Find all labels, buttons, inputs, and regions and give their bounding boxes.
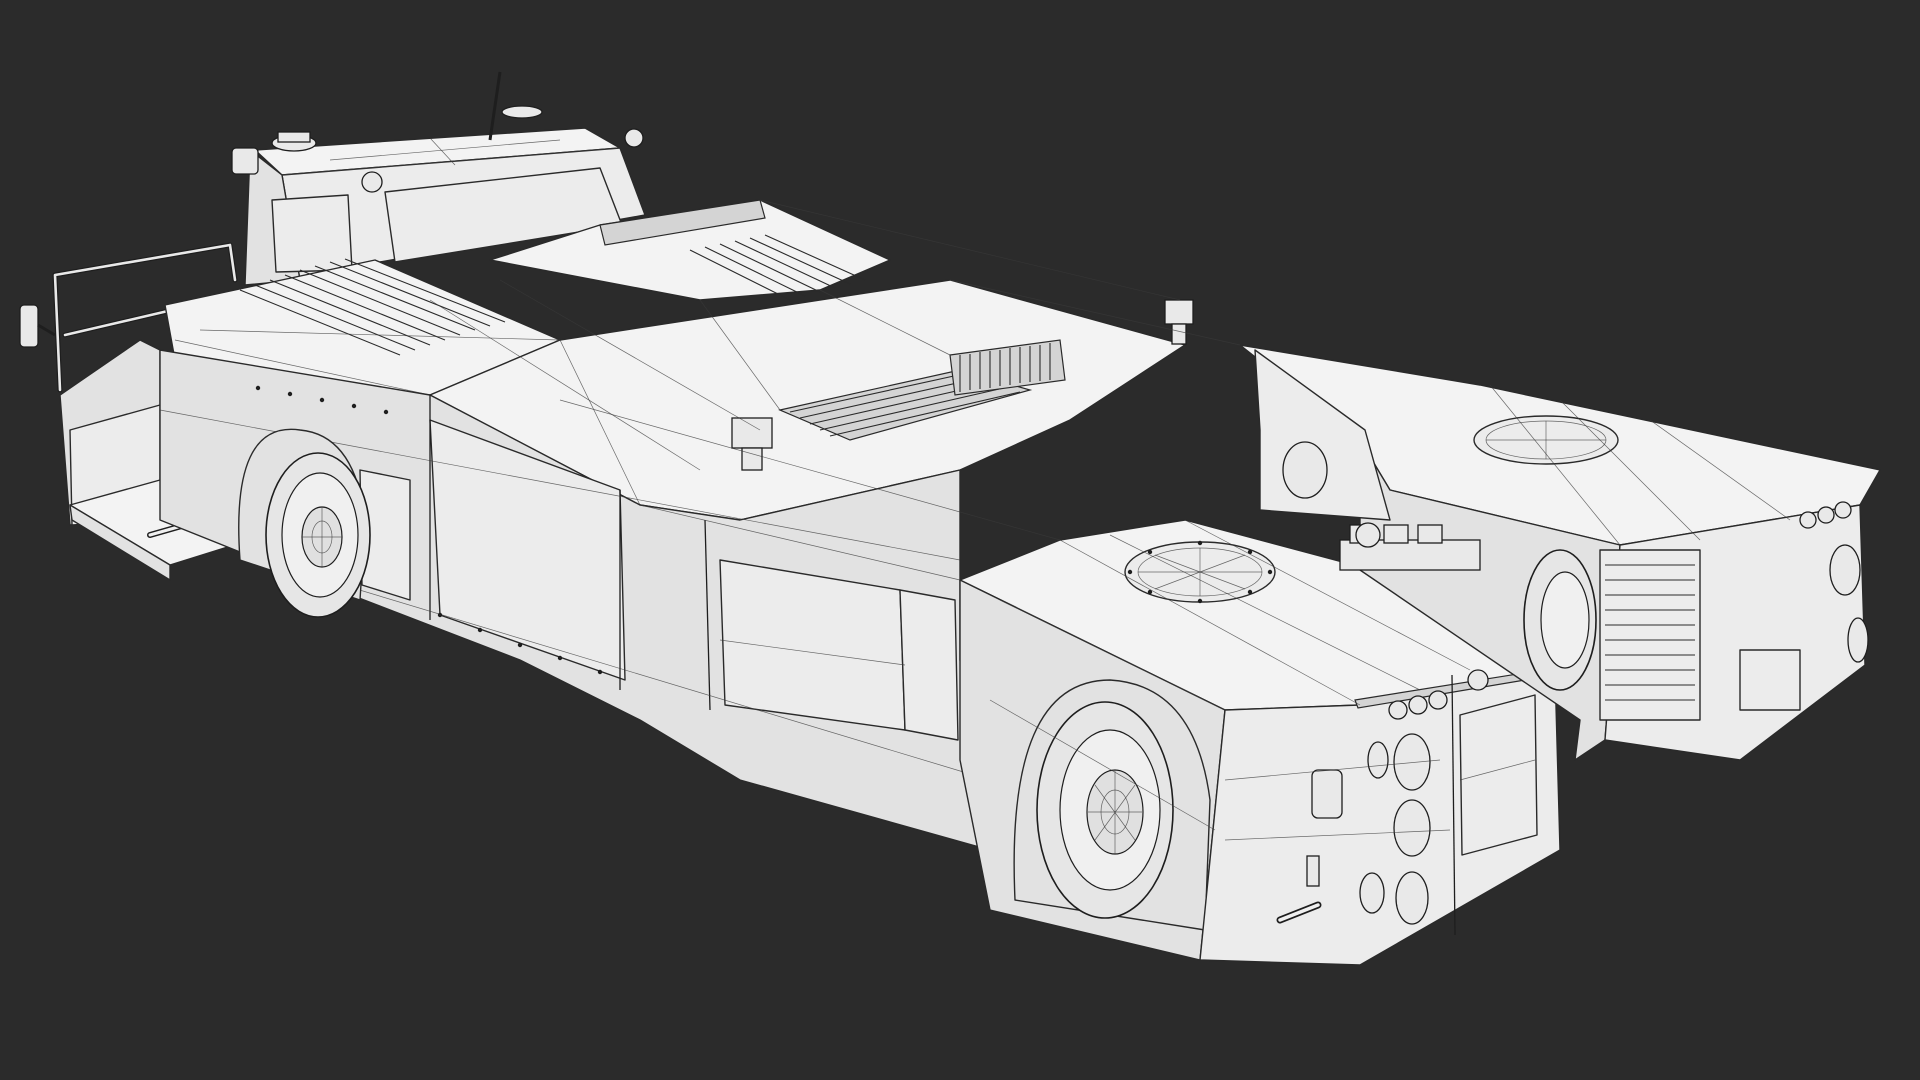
far-front-grille bbox=[1599, 549, 1701, 721]
mirror bbox=[19, 304, 39, 348]
vehicle-model bbox=[19, 71, 1881, 966]
render-viewport bbox=[0, 0, 1920, 1080]
roof-beacon bbox=[271, 131, 317, 152]
hatch-disc-near bbox=[1124, 540, 1276, 604]
side-panel-2 bbox=[719, 559, 906, 731]
front-wheel bbox=[1036, 701, 1174, 919]
deck-beacon-2 bbox=[1164, 299, 1194, 345]
side-panel-3 bbox=[899, 589, 959, 741]
hatch-disc-far bbox=[1473, 415, 1619, 465]
antenna bbox=[488, 71, 543, 141]
